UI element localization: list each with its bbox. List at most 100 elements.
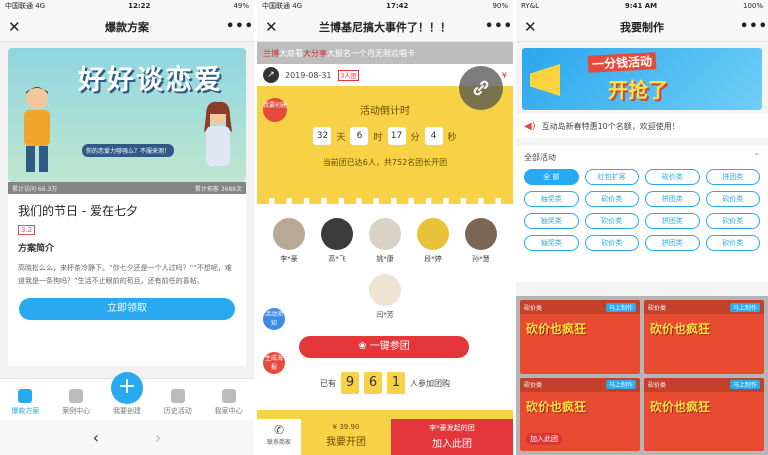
template-tile[interactable]: 砍价类 马上制作 砍价也疯狂 [644, 377, 764, 451]
member-panel: 李*豪 高*飞 姚*康 段*婷 孙*慧 闫*芳 活动须知 生成海报 ❀ 一键参团… [257, 198, 513, 410]
category-chip[interactable]: 拼团类 [705, 169, 760, 185]
counter-digit: 1 [387, 372, 405, 394]
claim-button[interactable]: 立即领取 [19, 298, 235, 320]
category-chip[interactable]: 砍价类 [584, 191, 639, 207]
page-title: 兰博基尼搞大事件了！！！ [319, 20, 451, 34]
tile-category: 砍价类 [524, 382, 543, 389]
campaign-card: 我们的节日 - 爱在七夕 3.2 方案简介 高晓松么么，来杯茶冷静下。“你七夕还… [8, 194, 246, 366]
status-bar: RY&L 9:41 AM 100% [516, 0, 768, 12]
counter-digit: 6 [364, 372, 382, 394]
category-chip[interactable]: 砍价类 [645, 169, 700, 185]
category-chip[interactable]: 红包扩客 [584, 169, 639, 185]
join-this-group-button[interactable]: 李*豪发起的团 加入此团 [391, 419, 513, 455]
campaign-banner[interactable]: 好好谈恋爱 你的恋爱力够强么？不服来测！ [8, 48, 246, 182]
tile-header: 砍价类 马上制作 [644, 377, 764, 392]
more-icon[interactable]: ••• [226, 19, 253, 34]
make-now-button[interactable]: 马上制作 [605, 302, 636, 312]
more-icon[interactable]: ••• [485, 19, 512, 34]
back-icon[interactable]: ‹ [93, 428, 99, 447]
category-chip[interactable]: 砍价类 [584, 213, 639, 229]
forward-icon[interactable]: › [155, 428, 161, 447]
phone-icon: ✆ [273, 423, 285, 437]
document-icon [69, 389, 84, 403]
join-group-button[interactable]: ❀ 一键参团 [299, 336, 469, 358]
member-name: 高*飞 [328, 255, 346, 263]
counter-prefix: 已有 [320, 378, 336, 388]
tab-create[interactable]: + 我要创建 [104, 372, 150, 416]
member-item: 李*豪 [269, 218, 309, 264]
make-now-button[interactable]: 马上制作 [729, 302, 760, 312]
megaphone-icon [530, 64, 560, 96]
open-group-button[interactable]: ¥ 39.90 我要开团 [301, 419, 391, 455]
tab-hot-plans[interactable]: 爆款方案 [2, 389, 48, 416]
status-bar: 中国联通 4G 17:42 90% [257, 0, 513, 12]
counter-suffix: 人参加团购 [410, 378, 450, 388]
contact-merchant-button[interactable]: ✆ 联系商家 [257, 419, 301, 455]
campaign-title: 我们的节日 - 爱在七夕 [18, 204, 138, 218]
tab-label: 我家中心 [214, 407, 243, 415]
category-chip[interactable]: 砍价类 [584, 235, 639, 251]
category-chip[interactable]: 砍价类 [705, 191, 760, 207]
rules-button[interactable]: 活动须知 [263, 308, 285, 330]
activity-header: 全部活动 ⌃ [524, 152, 760, 163]
group-icon: ❀ [358, 341, 370, 352]
member-item: 高*飞 [317, 218, 357, 264]
chevron-up-icon[interactable]: ⌃ [753, 152, 760, 163]
member-name: 姚*康 [376, 255, 394, 263]
join-group-label[interactable]: 加入此团 [526, 433, 562, 445]
close-icon[interactable]: ✕ [8, 18, 28, 36]
avatar [321, 218, 353, 250]
tile-category: 砍价类 [524, 304, 543, 312]
template-tile[interactable]: 砍价类 马上制作 砍价也疯狂 [644, 300, 764, 374]
member-name: 闫*芳 [376, 311, 394, 319]
category-chip[interactable]: 拼团类 [645, 235, 700, 251]
make-now-button[interactable]: 马上制作 [605, 380, 636, 389]
template-tile[interactable]: 砍价类 马上制作砍价也疯狂加入此团 [520, 377, 640, 451]
tile-header: 砍价类 马上制作 [520, 300, 640, 314]
member-item: 孙*慧 [461, 218, 501, 264]
tile-header: 砍价类 马上制作 [520, 377, 640, 392]
group-status-note: 当前团已达6人，共752名团长开团 [322, 158, 448, 167]
category-chip[interactable]: 拼团类 [645, 213, 700, 229]
more-icon[interactable]: ••• [740, 19, 767, 34]
link-icon[interactable] [459, 66, 503, 110]
tab-label: 历史活动 [163, 407, 192, 415]
user-icon [221, 389, 236, 403]
member-name: 段*婷 [424, 255, 442, 263]
template-grid: 砍价类 马上制作 砍价也疯狂 砍价类 马上制作 砍价也疯狂 砍价类 马上制作 砍价也疯狂 加入此团… [516, 296, 768, 455]
boy-illustration [24, 87, 50, 172]
close-icon[interactable]: ✕ [524, 18, 544, 36]
category-chip[interactable]: 全 部 [524, 169, 579, 185]
countdown-hours: 6 [350, 127, 369, 145]
status-bar: 中国联通 4G 12:22 49% [0, 0, 254, 12]
seconds-unit: 秒 [447, 132, 457, 143]
price-symbol: ¥ [501, 70, 507, 80]
poster-button[interactable]: 生成海报 [263, 352, 285, 374]
category-chip[interactable]: 砍价类 [705, 213, 760, 229]
category-chip[interactable]: 抽奖类 [524, 235, 579, 251]
tab-case-center[interactable]: 案例中心 [53, 389, 99, 416]
bottom-action-bar: ✆ 联系商家 ¥ 39.90 我要开团 李*豪发起的团 加入此团 [257, 419, 513, 455]
countdown-minutes: 17 [387, 127, 406, 145]
member-name: 李*豪 [280, 255, 298, 263]
promo-banner[interactable]: 一分钱活动 开抢了 [522, 48, 762, 110]
share-icon[interactable]: ↗ [263, 67, 279, 83]
make-now-button[interactable]: 马上制作 [729, 380, 760, 389]
member-item: 闫*芳 [365, 274, 405, 320]
tile-caption: 砍价也疯狂 [526, 399, 587, 414]
nav-bar: ✕ 兰博基尼搞大事件了！！！ ••• [257, 12, 513, 42]
team-badge: 3人团 [337, 69, 360, 81]
close-icon[interactable]: ✕ [265, 18, 285, 36]
tab-history[interactable]: 历史活动 [155, 389, 201, 416]
time-label: 12:22 [128, 2, 151, 10]
template-tile[interactable]: 砍价类 马上制作 砍价也疯狂 [520, 300, 640, 374]
tile-header: 砍价类 马上制作 [644, 300, 764, 314]
member-item: 姚*康 [365, 218, 405, 264]
hours-unit: 时 [373, 132, 383, 143]
category-chip[interactable]: 拼团类 [645, 191, 700, 207]
tab-merchant-center[interactable]: 我家中心 [206, 389, 252, 416]
category-chip[interactable]: 抽奖类 [524, 213, 579, 229]
create-badge[interactable]: 我要创建 [263, 98, 287, 122]
category-chip[interactable]: 砍价类 [705, 235, 760, 251]
category-chip[interactable]: 抽奖类 [524, 191, 579, 207]
